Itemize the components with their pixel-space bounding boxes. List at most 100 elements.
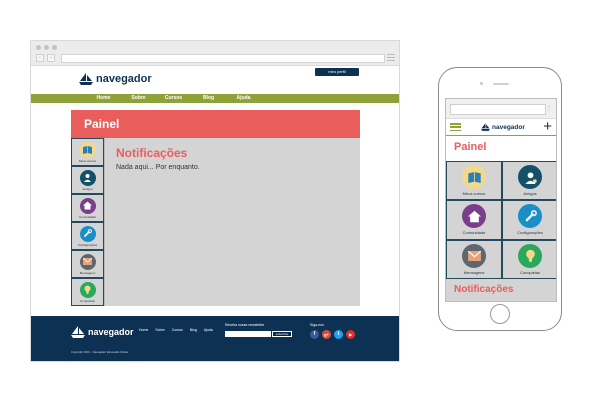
nav-item-home[interactable]: Home xyxy=(86,94,121,103)
sidebar-item-configuracoes[interactable]: Configurações xyxy=(71,222,104,250)
phone-camera xyxy=(480,82,483,85)
mobile-phone-mockup: ⋮ navegador + Painel Meus cursos Amigos … xyxy=(438,67,562,331)
footer-link-ajuda[interactable]: Ajuda xyxy=(204,328,213,332)
phone-speaker xyxy=(493,83,509,85)
nav-item-sobre[interactable]: Sobre xyxy=(121,94,156,103)
googleplus-icon[interactable]: g+ xyxy=(322,330,331,339)
more-options-icon[interactable]: ⋮ xyxy=(546,105,552,112)
brand-logo[interactable]: navegador xyxy=(79,73,152,85)
mobile-dashboard-grid: Meus cursos Amigos Comunidade Configuraç… xyxy=(446,161,556,279)
youtube-icon[interactable]: ▶ xyxy=(346,330,355,339)
user-icon xyxy=(518,165,542,190)
browser-menu-icon[interactable] xyxy=(387,54,395,61)
sailboat-logo-icon xyxy=(481,123,490,131)
page-title: Painel xyxy=(71,110,360,138)
mail-icon xyxy=(462,243,486,268)
tile-label: Mensagens xyxy=(463,269,485,275)
sidebar-item-label: Configurações xyxy=(77,242,98,247)
tile-label: Configurações xyxy=(517,230,543,236)
sidebar-item-meus-cursos[interactable]: Meus cursos xyxy=(71,138,104,166)
footer-link-home[interactable]: Home xyxy=(139,328,148,332)
site-footer: navegador Home Sobre Cursos Blog Ajuda C… xyxy=(31,316,399,361)
dashboard-panel: Meus cursos Amigos Comunidade Configuraç… xyxy=(71,138,360,306)
copyright-text: Copyright 2019 · Navegador Educação Onli… xyxy=(71,350,129,354)
sidebar-item-mensagens[interactable]: Mensagens xyxy=(71,250,104,278)
tile-label: Comunidade xyxy=(462,230,486,236)
sidebar-item-amigos[interactable]: Amigos xyxy=(71,166,104,194)
my-profile-button[interactable]: meu perfil xyxy=(315,68,359,76)
mail-icon xyxy=(79,253,96,270)
window-maximize-dot[interactable] xyxy=(52,45,57,50)
mobile-brand-logo[interactable]: navegador xyxy=(481,123,525,131)
hamburger-menu-icon[interactable] xyxy=(450,123,461,131)
dashboard-sidebar: Meus cursos Amigos Comunidade Configuraç… xyxy=(71,138,105,306)
nav-item-blog[interactable]: Blog xyxy=(191,94,226,103)
footer-links: Home Sobre Cursos Blog Ajuda xyxy=(139,328,213,332)
brand-name: navegador xyxy=(96,73,152,85)
window-close-dot[interactable] xyxy=(36,45,41,50)
tile-meus-cursos[interactable]: Meus cursos xyxy=(446,161,502,201)
book-icon xyxy=(462,165,486,190)
book-icon xyxy=(79,141,96,158)
mockup-stage: ‹ › navegador meu perfil Home Sobre Curs… xyxy=(0,0,600,400)
mobile-screen: ⋮ navegador + Painel Meus cursos Amigos … xyxy=(445,98,557,302)
forward-arrow-icon[interactable]: › xyxy=(47,54,55,62)
footer-brand-name: navegador xyxy=(88,327,134,337)
sailboat-logo-icon xyxy=(71,326,85,338)
notifications-empty-text: Nada aqui... Por enquanto. xyxy=(116,164,200,171)
tile-label: Conquistas xyxy=(519,269,540,275)
sidebar-item-label: Meus cursos xyxy=(78,158,96,163)
phone-home-button[interactable] xyxy=(490,304,510,324)
facebook-icon[interactable]: f xyxy=(310,330,319,339)
mobile-brand-name: navegador xyxy=(492,123,525,131)
mobile-site-header: navegador + xyxy=(446,119,556,136)
tile-label: Meus cursos xyxy=(462,191,486,197)
social-links: f g+ t ▶ xyxy=(310,330,355,339)
tile-label: Amigos xyxy=(523,191,537,197)
subscribe-button[interactable]: subscribe xyxy=(272,331,292,337)
wrench-icon xyxy=(79,225,96,242)
newsletter-email-input[interactable] xyxy=(225,331,271,337)
footer-link-blog[interactable]: Blog xyxy=(190,328,197,332)
badge-icon xyxy=(518,243,542,268)
page-content: Painel Meus cursos Amigos Comunidade Con… xyxy=(31,103,399,325)
badge-icon xyxy=(79,281,96,298)
wrench-icon xyxy=(518,204,542,229)
window-controls xyxy=(36,45,57,50)
tile-comunidade[interactable]: Comunidade xyxy=(446,200,502,240)
footer-link-sobre[interactable]: Sobre xyxy=(155,328,164,332)
mobile-browser-bar: ⋮ xyxy=(446,99,556,119)
back-arrow-icon[interactable]: ‹ xyxy=(36,54,44,62)
mobile-page-title: Painel xyxy=(454,141,487,153)
nav-item-ajuda[interactable]: Ajuda xyxy=(226,94,261,103)
nav-item-cursos[interactable]: Cursos xyxy=(156,94,191,103)
notifications-heading: Notificações xyxy=(116,146,188,160)
home-icon xyxy=(462,204,486,229)
footer-brand-logo[interactable]: navegador xyxy=(71,326,134,338)
main-navigation: Home Sobre Cursos Blog Ajuda xyxy=(31,94,399,103)
sidebar-item-comunidade[interactable]: Comunidade xyxy=(71,194,104,222)
tile-configuracoes[interactable]: Configurações xyxy=(502,200,556,240)
newsletter-label: Receba nossa newsletter xyxy=(225,323,265,327)
plus-icon[interactable]: + xyxy=(543,119,552,135)
sidebar-item-conquistas[interactable]: Conquistas xyxy=(71,278,104,306)
social-label: Siga-nos xyxy=(310,323,324,327)
sidebar-item-label: Amigos xyxy=(82,186,93,191)
footer-link-cursos[interactable]: Cursos xyxy=(172,328,183,332)
tile-conquistas[interactable]: Conquistas xyxy=(502,239,556,279)
sidebar-item-label: Conquistas xyxy=(79,298,95,303)
address-bar[interactable] xyxy=(61,54,385,63)
window-minimize-dot[interactable] xyxy=(44,45,49,50)
home-icon xyxy=(79,197,96,214)
tile-mensagens[interactable]: Mensagens xyxy=(446,239,502,279)
tile-amigos[interactable]: Amigos xyxy=(502,161,556,201)
mobile-address-bar[interactable] xyxy=(450,104,546,115)
sidebar-item-label: Mensagens xyxy=(79,270,96,275)
desktop-browser-window: ‹ › navegador meu perfil Home Sobre Curs… xyxy=(30,40,400,362)
twitter-icon[interactable]: t xyxy=(334,330,343,339)
sidebar-item-label: Comunidade xyxy=(78,214,96,219)
sailboat-logo-icon xyxy=(79,73,93,85)
user-icon xyxy=(79,169,96,186)
browser-chrome: ‹ › xyxy=(31,41,399,66)
site-header: navegador meu perfil xyxy=(31,66,399,94)
